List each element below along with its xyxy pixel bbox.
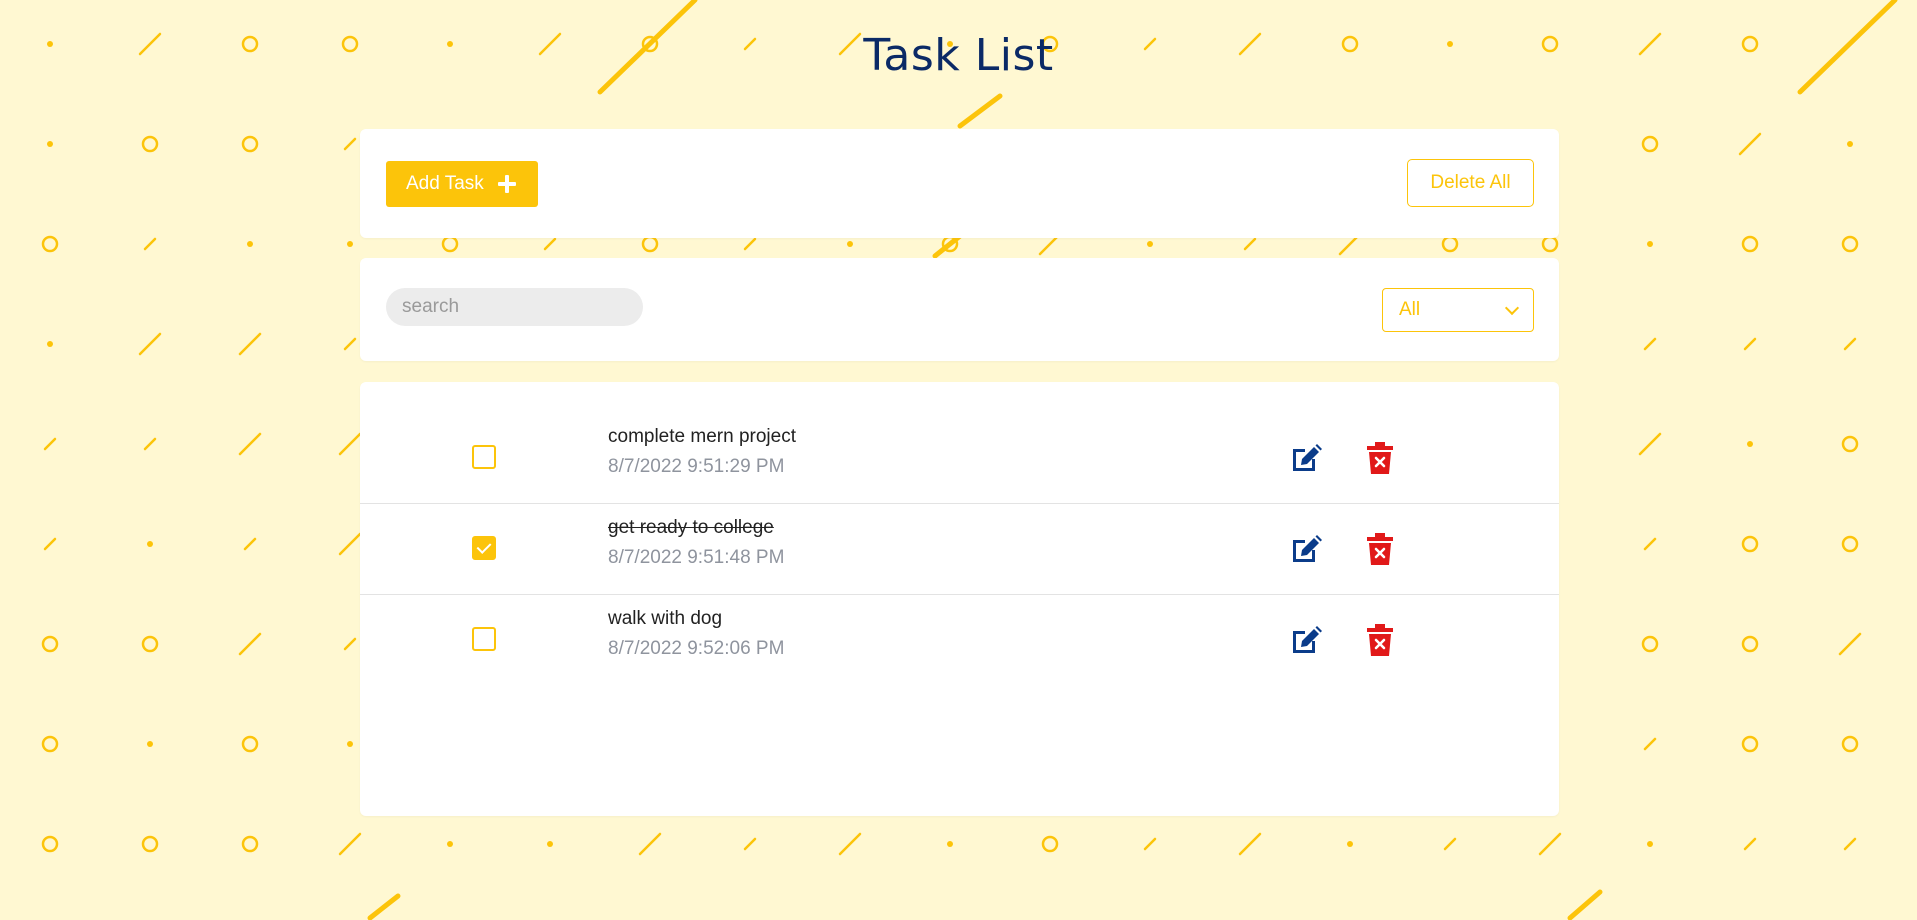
chevron-down-icon [1504, 300, 1520, 315]
edit-icon[interactable] [1289, 623, 1323, 657]
add-task-button[interactable]: Add Task [386, 161, 538, 207]
task-list-card: complete mern project 8/7/2022 9:51:29 P… [360, 382, 1559, 816]
trash-icon[interactable] [1365, 441, 1395, 475]
toolbar-card: Add Task Delete All [360, 129, 1559, 238]
task-timestamp: 8/7/2022 9:51:48 PM [608, 547, 785, 568]
task-checkbox[interactable] [472, 627, 496, 651]
delete-all-button[interactable]: Delete All [1407, 159, 1534, 207]
trash-icon[interactable] [1365, 532, 1395, 566]
filter-card: All [360, 258, 1559, 361]
trash-icon[interactable] [1365, 623, 1395, 657]
task-title: get ready to college [608, 517, 774, 538]
add-task-label: Add Task [406, 173, 484, 194]
status-filter-select[interactable]: All [1382, 288, 1534, 332]
task-row: walk with dog 8/7/2022 9:52:06 PM [360, 594, 1559, 685]
task-checkbox[interactable] [472, 445, 496, 469]
status-filter-value: All [1399, 299, 1421, 320]
edit-icon[interactable] [1289, 441, 1323, 475]
task-row: complete mern project 8/7/2022 9:51:29 P… [360, 412, 1559, 504]
edit-icon[interactable] [1289, 532, 1323, 566]
plus-icon [497, 175, 516, 193]
page-title: Task List [863, 30, 1054, 81]
task-timestamp: 8/7/2022 9:52:06 PM [608, 638, 785, 659]
task-timestamp: 8/7/2022 9:51:29 PM [608, 456, 785, 477]
search-input[interactable] [386, 288, 643, 326]
task-checkbox[interactable] [472, 536, 496, 560]
task-title: complete mern project [608, 426, 796, 447]
task-row: get ready to college 8/7/2022 9:51:48 PM [360, 503, 1559, 595]
task-title: walk with dog [608, 608, 723, 629]
